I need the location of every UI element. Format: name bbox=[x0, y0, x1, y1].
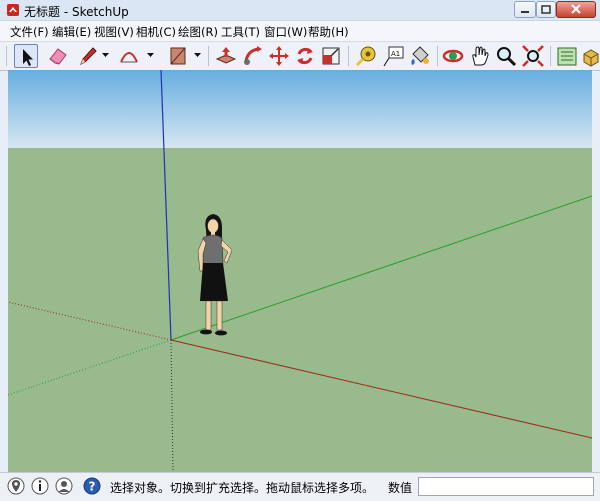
zoom-tool-button[interactable] bbox=[494, 44, 518, 68]
eraser-tool-button[interactable] bbox=[46, 44, 70, 68]
move-tool-button[interactable] bbox=[267, 44, 291, 68]
toolbar-grip bbox=[6, 46, 7, 66]
menu-edit[interactable]: 编辑(E) bbox=[52, 24, 91, 40]
toolbar-separator bbox=[208, 46, 209, 66]
menu-help[interactable]: 帮助(H) bbox=[308, 24, 349, 40]
line-dropdown-arrow-icon[interactable] bbox=[101, 50, 110, 60]
orbit-tool-button[interactable] bbox=[441, 44, 465, 68]
maximize-icon bbox=[541, 5, 551, 14]
scene-canvas[interactable] bbox=[8, 70, 592, 472]
title-bar: 无标题 - SketchUp bbox=[0, 0, 600, 21]
rectangle-icon bbox=[170, 47, 186, 65]
menu-view[interactable]: 视图(V) bbox=[94, 24, 134, 40]
text-label-icon: A1 bbox=[383, 46, 404, 67]
orbit-icon bbox=[442, 49, 464, 63]
sky bbox=[8, 70, 592, 148]
push-pull-icon bbox=[215, 47, 237, 64]
modeling-viewport[interactable] bbox=[8, 70, 592, 472]
follow-me-tool-button[interactable] bbox=[241, 44, 265, 68]
pan-hand-icon bbox=[472, 46, 489, 66]
menu-camera[interactable]: 相机(C) bbox=[136, 24, 176, 40]
menu-tools[interactable]: 工具(T) bbox=[221, 24, 260, 40]
move-icon bbox=[269, 46, 289, 66]
user-icon[interactable] bbox=[54, 476, 74, 496]
credits-icon[interactable] bbox=[30, 476, 50, 496]
arc-icon bbox=[120, 52, 138, 63]
warehouse-icon bbox=[557, 47, 577, 66]
paint-bucket-tool-button[interactable] bbox=[408, 44, 432, 68]
select-tool-button[interactable] bbox=[14, 44, 38, 68]
sketchup-window: 无标题 - SketchUp 文件(F) 编辑(E) 视图(V) 相机(C) 绘… bbox=[0, 0, 600, 501]
status-message: 选择对象。切换到扩充选择。拖动鼠标选择多项。 bbox=[110, 481, 375, 495]
svg-text:A1: A1 bbox=[391, 50, 400, 58]
zoom-extents-tool-button[interactable] bbox=[521, 44, 545, 68]
scale-tool-button[interactable] bbox=[319, 44, 343, 68]
line-tool-button[interactable] bbox=[76, 44, 100, 68]
help-icon[interactable]: ? bbox=[82, 476, 102, 496]
toolbar-separator bbox=[437, 46, 438, 66]
pencil-line-icon bbox=[80, 47, 97, 66]
svg-text:?: ? bbox=[89, 480, 96, 494]
zoom-extents-icon bbox=[522, 45, 544, 67]
tape-measure-icon bbox=[355, 46, 376, 67]
menu-draw[interactable]: 绘图(R) bbox=[178, 24, 218, 40]
close-button[interactable] bbox=[556, 1, 596, 18]
shape-dropdown-arrow-icon[interactable] bbox=[193, 50, 202, 60]
zoom-magnifier-icon bbox=[497, 47, 517, 67]
rotate-icon bbox=[297, 47, 313, 65]
arc-dropdown-arrow-icon[interactable] bbox=[146, 50, 155, 60]
push-pull-tool-button[interactable] bbox=[214, 44, 238, 68]
component-tool-button[interactable] bbox=[579, 44, 599, 68]
follow-me-icon bbox=[244, 46, 262, 65]
ground bbox=[8, 148, 592, 472]
measurements-label: 数值 bbox=[388, 481, 413, 495]
paint-bucket-icon bbox=[411, 46, 429, 65]
components-icon bbox=[583, 49, 599, 67]
select-arrow-icon bbox=[23, 49, 33, 66]
main-toolbar: A1 bbox=[0, 42, 600, 71]
tape-measure-tool-button[interactable] bbox=[354, 44, 378, 68]
close-icon bbox=[571, 4, 581, 14]
toolbar-separator bbox=[550, 46, 551, 66]
minimize-icon bbox=[521, 11, 529, 13]
rotate-tool-button[interactable] bbox=[293, 44, 317, 68]
scale-icon bbox=[322, 47, 340, 65]
measurements-input[interactable] bbox=[418, 477, 594, 496]
menu-bar: 文件(F) 编辑(E) 视图(V) 相机(C) 绘图(R) 工具(T) 窗口(W… bbox=[0, 21, 600, 42]
geolocation-icon[interactable] bbox=[6, 476, 26, 496]
minimize-button[interactable] bbox=[514, 1, 536, 18]
warehouse-tool-button[interactable] bbox=[555, 44, 579, 68]
toolbar-separator bbox=[348, 46, 349, 66]
menu-file[interactable]: 文件(F) bbox=[10, 24, 49, 40]
arc-tool-button[interactable] bbox=[117, 44, 141, 68]
rectangle-tool-button[interactable] bbox=[166, 44, 190, 68]
eraser-icon bbox=[49, 48, 67, 65]
sketchup-logo-icon bbox=[7, 4, 19, 16]
status-bar: ? 选择对象。切换到扩充选择。拖动鼠标选择多项。 数值 bbox=[0, 472, 600, 501]
maximize-button[interactable] bbox=[536, 1, 556, 18]
window-title: 无标题 - SketchUp bbox=[24, 5, 129, 19]
pan-tool-button[interactable] bbox=[468, 44, 492, 68]
text-tool-button[interactable]: A1 bbox=[381, 44, 405, 68]
menu-window[interactable]: 窗口(W) bbox=[264, 24, 307, 40]
